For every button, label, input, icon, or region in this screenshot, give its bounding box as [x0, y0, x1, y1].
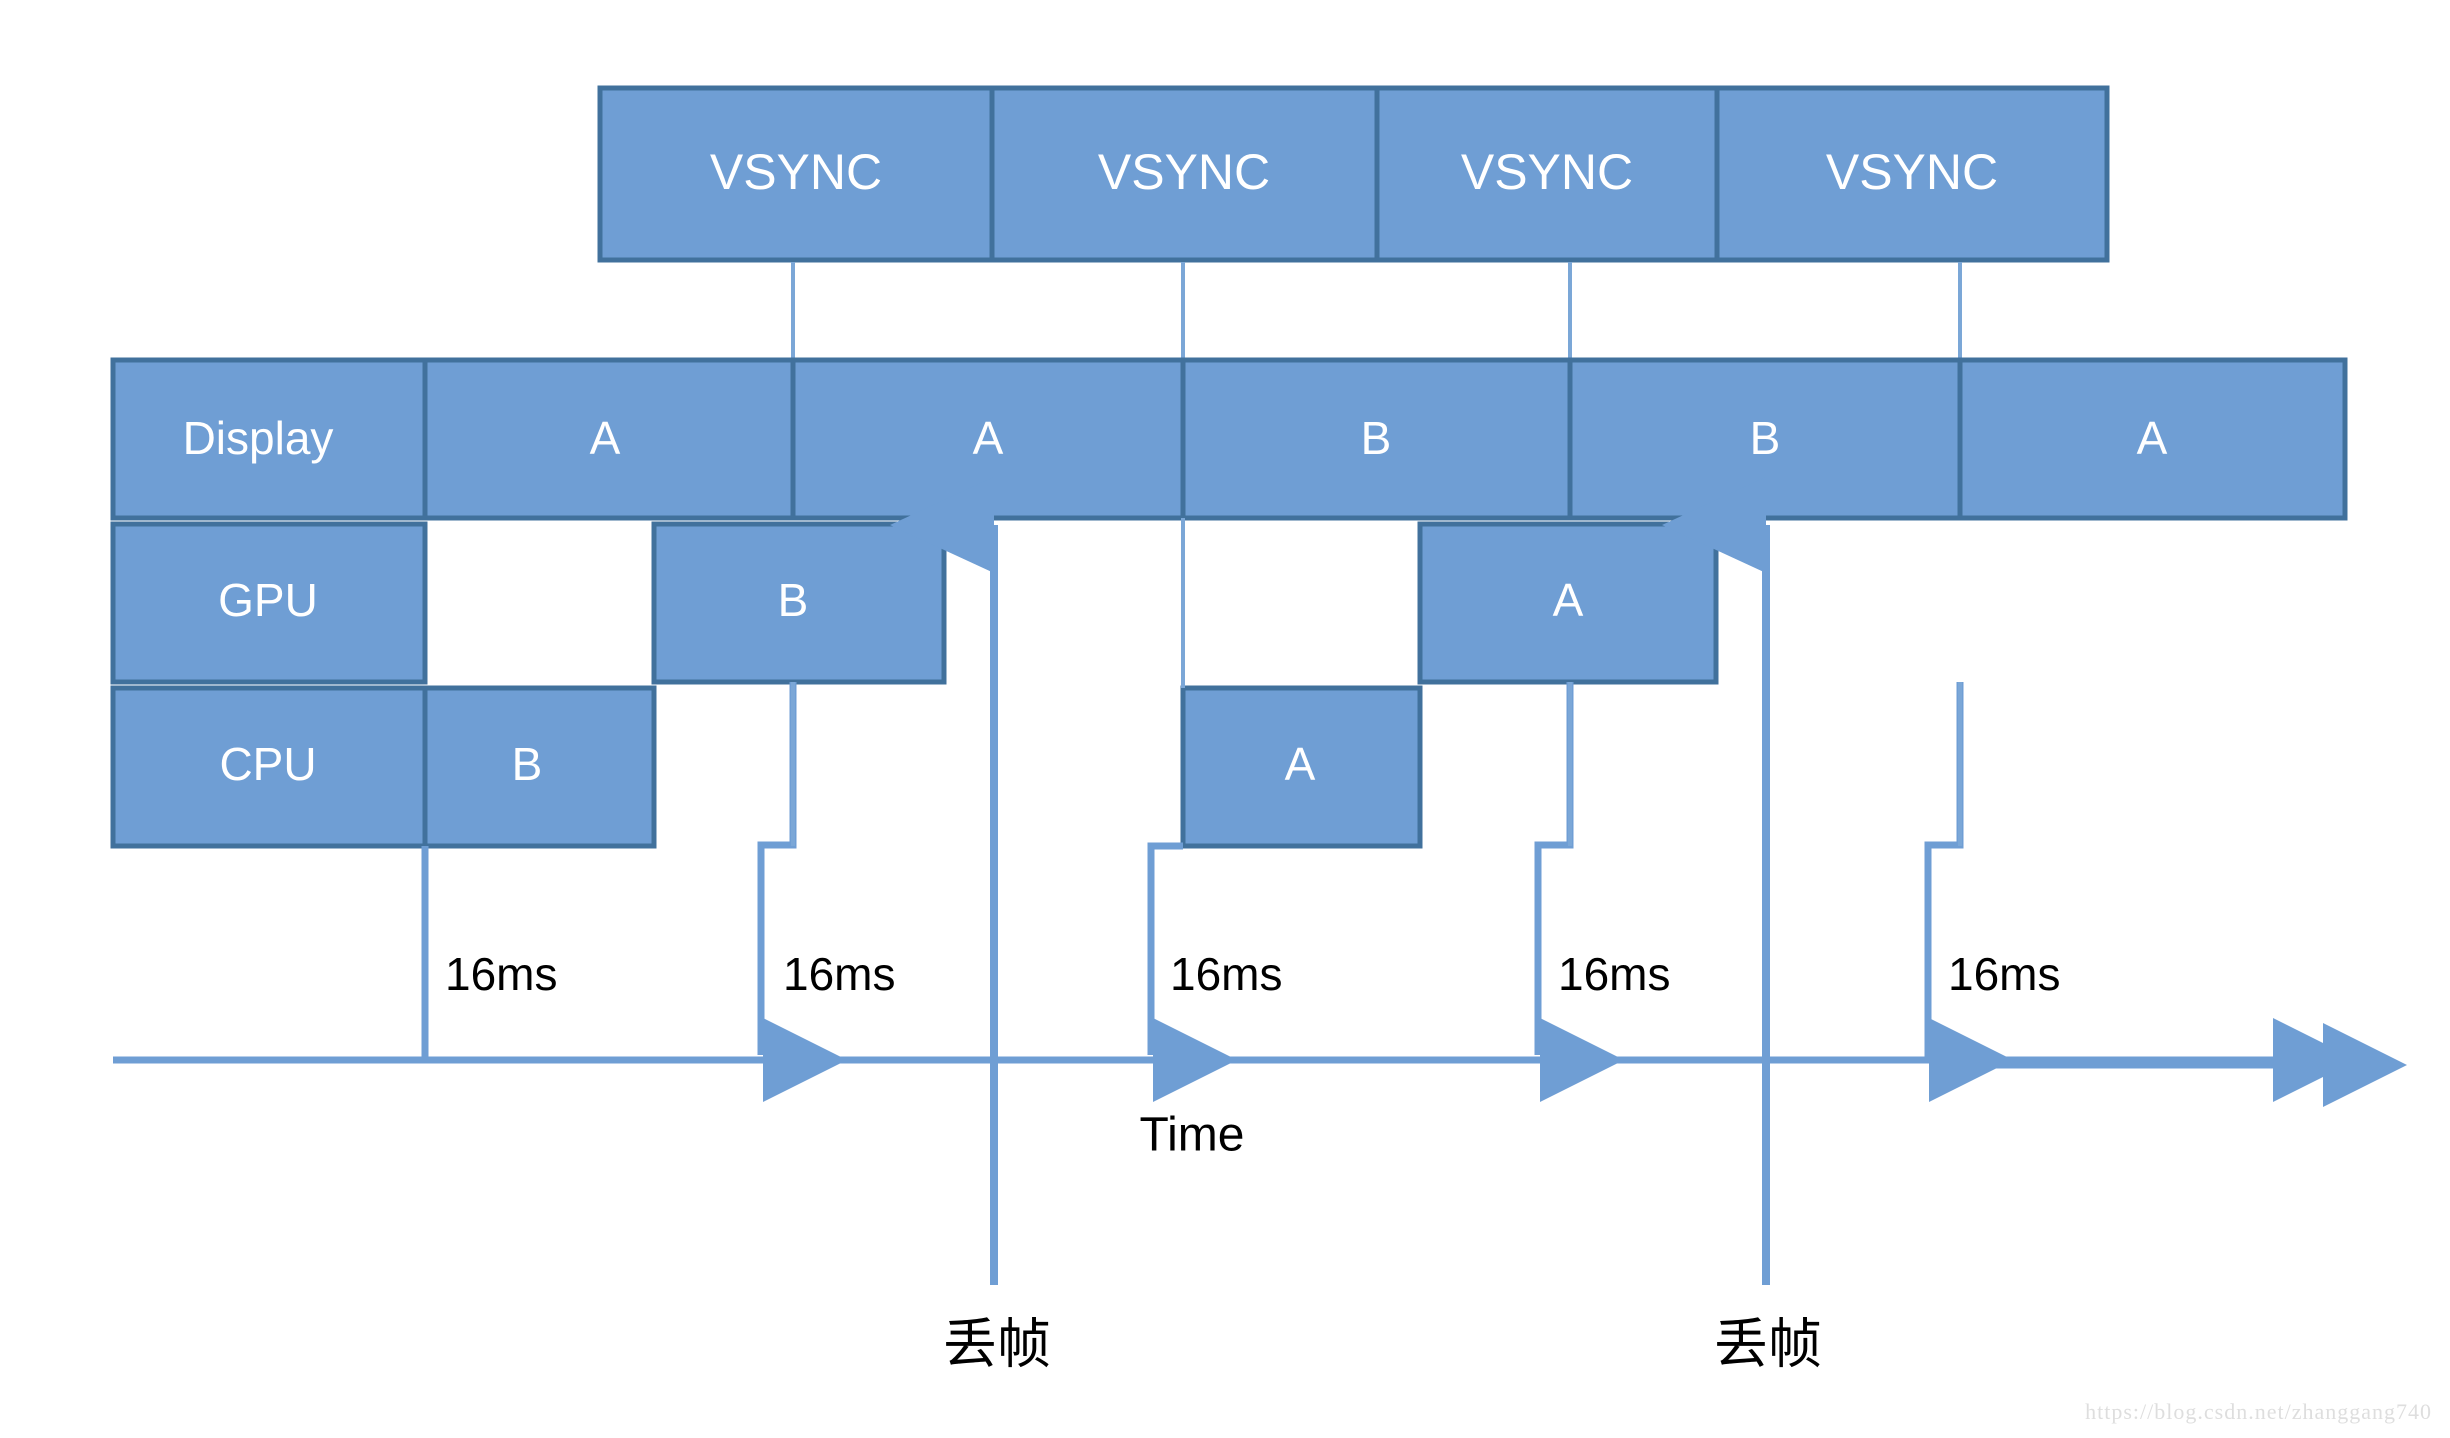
dropped-frame-label-group: 丢帧 丢帧	[943, 1313, 1822, 1376]
vsync-row: VSYNC VSYNC VSYNC VSYNC	[597, 85, 2110, 263]
diagram-canvas: VSYNC VSYNC VSYNC VSYNC Display A A B B …	[0, 0, 2450, 1438]
cpu-cell-b-label: B	[512, 738, 543, 790]
gpu-cell-b-label: B	[778, 574, 809, 626]
vsync-box-2-label: VSYNC	[1098, 144, 1270, 200]
display-cell-1-label: A	[590, 412, 621, 464]
display-row: Display A A B B A	[110, 357, 2348, 521]
cpu-row: CPU B A	[110, 685, 1423, 849]
interval-bracket-5	[1924, 682, 1964, 1058]
gpu-row-label: GPU	[218, 574, 318, 626]
cpu-cell-a-label: A	[1285, 738, 1316, 790]
vsync-box-1-label: VSYNC	[710, 144, 882, 200]
cpu-row-label: CPU	[219, 738, 316, 790]
display-cell-4-label: B	[1750, 412, 1781, 464]
gpu-row: GPU B A	[110, 521, 1719, 685]
display-row-label: Display	[183, 412, 334, 464]
time-axis-group: Time	[113, 1018, 2407, 1162]
gpu-cell-a-label: A	[1553, 574, 1584, 626]
interval-label-2: 16ms	[783, 948, 895, 1000]
frame-timing-diagram: VSYNC VSYNC VSYNC VSYNC Display A A B B …	[110, 85, 2432, 1424]
dropped-frame-label-2: 丢帧	[1714, 1313, 1822, 1376]
vsync-dropline-group	[791, 262, 1962, 360]
interval-label-4: 16ms	[1558, 948, 1670, 1000]
interval-label-group: 16ms 16ms 16ms 16ms 16ms	[445, 948, 2060, 1000]
dropped-frame-label-1: 丢帧	[943, 1313, 1051, 1376]
interval-label-5: 16ms	[1948, 948, 2060, 1000]
vsync-box-4-label: VSYNC	[1826, 144, 1998, 200]
interval-label-3: 16ms	[1170, 948, 1282, 1000]
time-axis-label: Time	[1140, 1109, 1245, 1162]
display-cell-3-label: B	[1361, 412, 1392, 464]
display-cell-2-label: A	[973, 412, 1004, 464]
watermark-text: https://blog.csdn.net/zhanggang740	[2085, 1399, 2432, 1424]
vsync-box-3-label: VSYNC	[1461, 144, 1633, 200]
interval-label-1: 16ms	[445, 948, 557, 1000]
display-cell-5-label: A	[2137, 412, 2168, 464]
